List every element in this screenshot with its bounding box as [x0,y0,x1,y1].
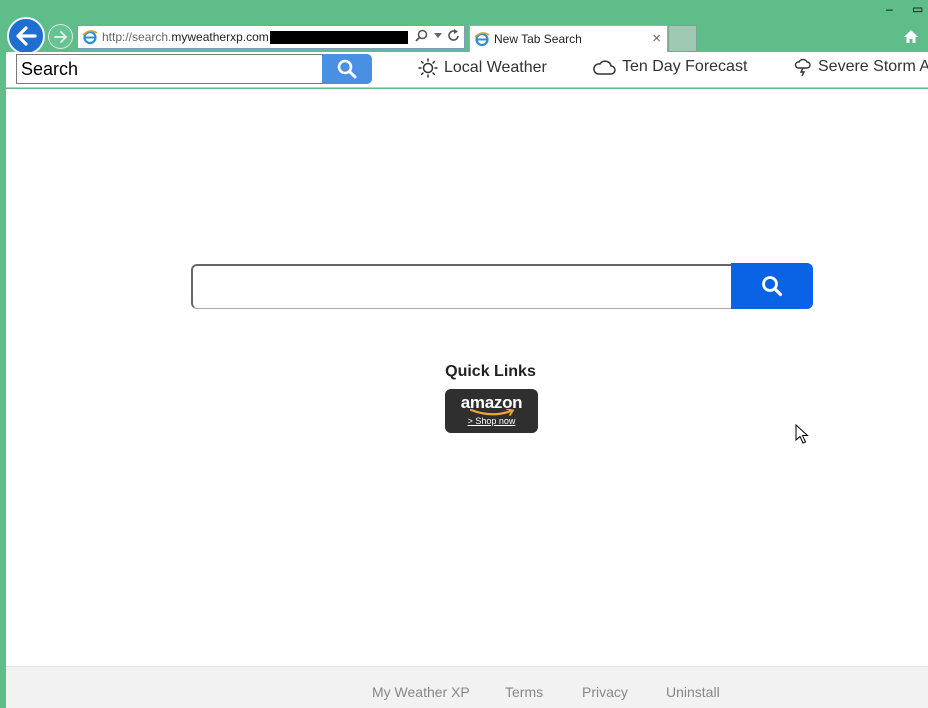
mouse-cursor-icon [795,424,809,444]
browser-chrome: – ▭ http://search. myweatherxp.com New T… [0,0,928,55]
footer-link-privacy[interactable]: Privacy [582,684,628,700]
url-host: myweatherxp.com [171,30,269,44]
redacted-url-part [269,30,408,44]
toolbar-link-label: Local Weather [444,59,547,76]
cloud-icon [593,60,616,75]
amazon-shop-now-link: > Shop now [467,416,516,426]
main-search-input[interactable] [191,264,732,309]
toolbar-link-ten-day-forecast[interactable]: Ten Day Forecast [592,58,747,76]
maximize-button[interactable]: ▭ [912,2,923,16]
toolbar-link-label: Ten Day Forecast [622,58,748,75]
storm-icon [794,58,811,76]
weather-toolbar: Local Weather Ten Day Forecast Severe St… [6,52,928,88]
home-icon [904,29,918,43]
address-bar[interactable]: http://search. myweatherxp.com [77,25,465,49]
quick-links-title: Quick Links [445,363,536,380]
toolbar-link-local-weather[interactable]: Local Weather [418,58,547,78]
ie-icon [82,30,98,45]
arrow-right-icon [53,30,67,43]
arrow-left-icon [16,26,37,46]
dropdown-arrow-icon[interactable] [434,32,442,39]
search-icon [762,276,783,297]
toolbar-search-button[interactable] [322,54,372,84]
search-icon [337,59,357,79]
back-button[interactable] [7,17,45,55]
tab-title: New Tab Search [494,32,582,46]
main-search-button[interactable] [731,263,813,309]
amazon-logo: amazon [460,393,523,412]
address-tools [415,29,460,42]
search-icon[interactable] [415,29,428,42]
footer-link-my-weather-xp[interactable]: My Weather XP [372,684,470,700]
minimize-button[interactable]: – [886,2,893,16]
tab-new-tab-search[interactable]: New Tab Search × [469,25,668,52]
sun-icon [418,58,438,78]
forward-button[interactable] [48,24,73,49]
new-tab-button[interactable] [668,25,697,52]
toolbar-search-input[interactable] [16,54,322,84]
home-button[interactable] [898,24,924,48]
url-prefix: http://search. [102,30,172,44]
toolbar-link-severe-storm[interactable]: Severe Storm A [794,58,928,76]
footer-link-uninstall[interactable]: Uninstall [666,684,720,700]
page-content: Quick Links amazon > Shop now [6,89,928,666]
refresh-icon[interactable] [448,29,460,42]
toolbar-link-label: Severe Storm A [818,58,928,75]
ie-icon [474,32,490,47]
page-footer: My Weather XP Terms Privacy Uninstall [6,666,928,708]
footer-link-terms[interactable]: Terms [505,684,543,700]
amazon-quick-link[interactable]: amazon > Shop now [445,389,538,433]
tab-close-button[interactable]: × [652,30,661,47]
